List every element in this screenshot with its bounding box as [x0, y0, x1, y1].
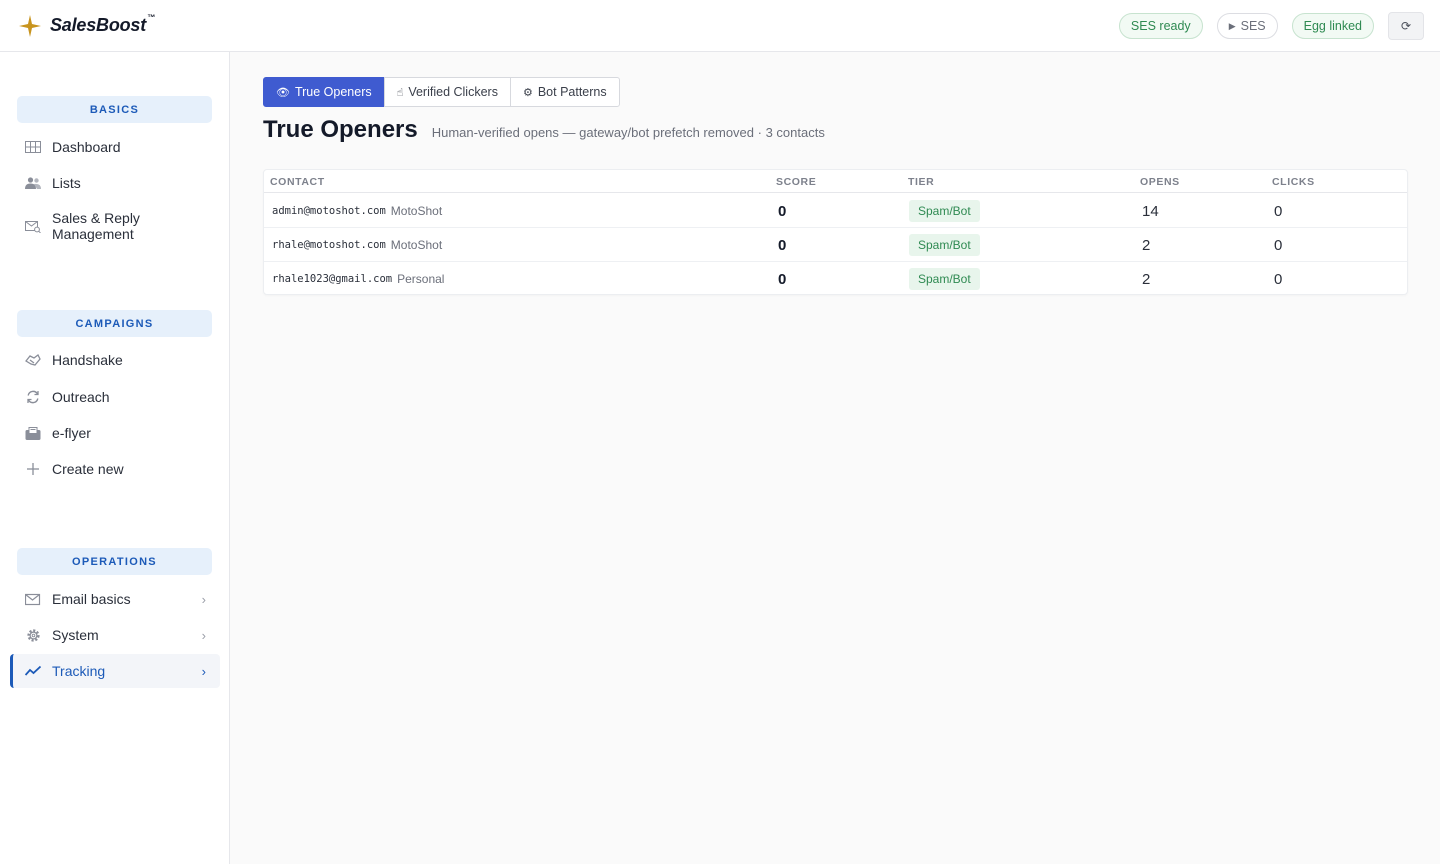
clicks-value: 0 [1274, 202, 1283, 220]
contact-org: MotoShot [390, 238, 443, 252]
sidebar-item-dashboard[interactable]: Dashboard [10, 136, 220, 158]
page-title: True Openers [263, 116, 418, 143]
refresh-icon [24, 388, 42, 406]
sidebar-item-e-flyer[interactable]: e-flyer [10, 422, 220, 444]
sidebar-item-label: Handshake [52, 352, 123, 368]
column-contact[interactable]: CONTACT [270, 176, 325, 188]
table-row[interactable]: admin@motoshot.com MotoShot 0 Spam/Bot 14… [264, 194, 1407, 228]
sidebar-item-lists[interactable]: Lists [10, 172, 220, 194]
contact-email: rhale1023@gmail.com [272, 273, 393, 285]
play-icon: ▶ [1228, 20, 1236, 31]
flyer-icon [24, 424, 42, 442]
table-header: CONTACT SCORE TIER OPENS CLICKS [264, 170, 1407, 193]
section-basics: BASICS [17, 96, 212, 123]
handshake-icon [24, 351, 42, 369]
mail-icon [24, 590, 42, 608]
section-campaigns: CAMPAIGNS [17, 310, 212, 337]
contact-org: Personal [397, 272, 445, 286]
trend-icon [24, 662, 42, 680]
grid-icon [24, 138, 42, 156]
users-icon [24, 174, 42, 192]
plus-icon [24, 460, 42, 478]
main-content: 👁 True Openers ☝ Verified Clickers ⚙ Bot Pa… [231, 52, 1440, 864]
sidebar-item-label: Sales & Reply Management [52, 210, 140, 242]
sidebar-item-handshake[interactable]: Handshake [10, 349, 220, 371]
sidebar-item-label: Tracking [52, 663, 106, 679]
refresh-button[interactable]: ⟳ [1388, 12, 1424, 40]
pointer-icon: ☝ [396, 86, 404, 99]
brand-name: SalesBoost™ [50, 13, 155, 35]
sidebar-item-email-basics[interactable]: Email basics › [10, 588, 220, 610]
clicks-value: 0 [1274, 270, 1283, 288]
score-value: 0 [778, 270, 787, 288]
top-bar: SalesBoost™ SES ready ▶ SES Egg linked ⟳ [0, 0, 1440, 52]
sidebar-item-system[interactable]: System › [10, 624, 220, 646]
chevron-right-icon: › [201, 663, 206, 679]
star-logo-icon [19, 14, 41, 37]
sidebar-item-tracking[interactable]: Tracking › [10, 654, 220, 688]
egg-linked-badge: Egg linked [1291, 13, 1374, 39]
gear-icon [24, 626, 42, 644]
clicks-value: 0 [1274, 236, 1283, 254]
table-row[interactable]: rhale@motoshot.com MotoShot 0 Spam/Bot 2 … [264, 228, 1407, 262]
sidebar-item-label: Email basics [52, 591, 131, 607]
contact-email: rhale@motoshot.com [272, 239, 386, 251]
contact-org: MotoShot [390, 204, 443, 218]
score-value: 0 [778, 202, 787, 220]
column-tier[interactable]: TIER [908, 176, 934, 188]
tab-bot-patterns[interactable]: ⚙ Bot Patterns [509, 77, 620, 107]
tier-badge: Spam/Bot [909, 234, 980, 256]
sidebar-item-label: Outreach [52, 389, 110, 405]
page-subtitle: Human-verified opens — gateway/bot prefe… [431, 125, 825, 140]
chevron-right-icon: › [201, 591, 206, 607]
opens-value: 2 [1142, 270, 1151, 288]
chevron-right-icon: › [201, 627, 206, 643]
opens-value: 2 [1142, 236, 1151, 254]
tab-verified-clickers[interactable]: ☝ Verified Clickers [383, 77, 511, 107]
ses-ready-badge: SES ready [1118, 13, 1203, 39]
tab-true-openers[interactable]: 👁 True Openers [263, 77, 385, 107]
column-opens[interactable]: OPENS [1140, 176, 1180, 188]
sidebar: BASICS Dashboard Lists Sales & Reply Mana… [0, 52, 230, 864]
tier-badge: Spam/Bot [909, 200, 980, 222]
sidebar-item-label: Dashboard [52, 139, 121, 155]
sidebar-item-outreach[interactable]: Outreach [10, 386, 220, 408]
tab-bar: 👁 True Openers ☝ Verified Clickers ⚙ Bot Pa… [263, 77, 620, 107]
brand[interactable]: SalesBoost™ [18, 13, 155, 38]
column-score[interactable]: SCORE [776, 176, 816, 188]
sidebar-item-create-new[interactable]: Create new [10, 458, 220, 480]
openers-table: CONTACT SCORE TIER OPENS CLICKS admin@mo… [263, 169, 1408, 295]
sidebar-item-label: Lists [52, 175, 81, 191]
eye-icon: 👁 [276, 86, 290, 99]
score-value: 0 [778, 236, 787, 254]
table-row[interactable]: rhale1023@gmail.com Personal 0 Spam/Bot 2… [264, 262, 1407, 296]
column-clicks[interactable]: CLICKS [1272, 176, 1315, 188]
sidebar-item-label: System [52, 627, 99, 643]
opens-value: 14 [1142, 202, 1159, 220]
sidebar-item-sales-reply[interactable]: Sales & Reply Management [10, 208, 220, 244]
tier-badge: Spam/Bot [909, 268, 980, 290]
contact-email: admin@motoshot.com [272, 205, 386, 217]
refresh-icon: ⟳ [1400, 19, 1412, 33]
mail-search-icon [24, 217, 42, 235]
section-operations: OPERATIONS [17, 548, 212, 575]
sidebar-item-label: Create new [52, 461, 124, 477]
robot-icon: ⚙ [522, 86, 533, 99]
ses-run-button[interactable]: ▶ SES [1216, 13, 1278, 39]
sidebar-item-label: e-flyer [52, 425, 91, 441]
